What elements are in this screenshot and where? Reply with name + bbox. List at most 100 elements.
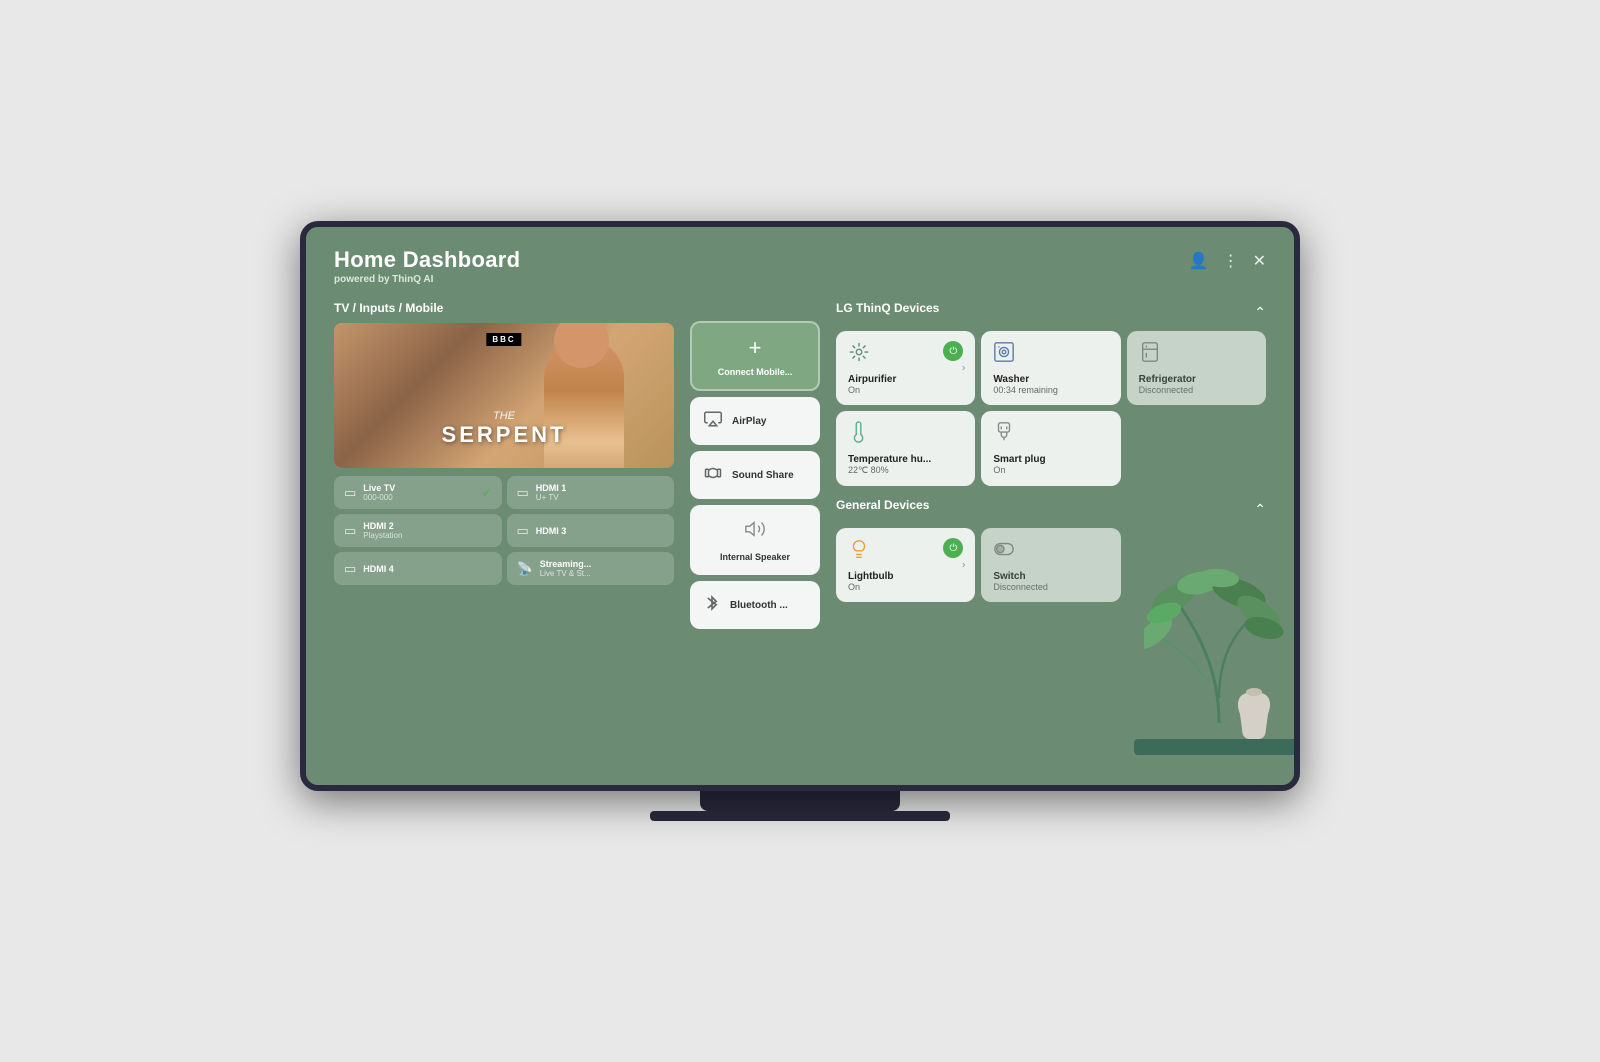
general-section-header: General Devices ⌃ <box>836 498 1266 520</box>
hdmi1-icon: ▭ <box>517 485 529 501</box>
header: Home Dashboard powered by ThinQ AI 👤 ⋮ ✕ <box>334 247 1266 285</box>
input-live-tv[interactable]: ▭ Live TV 000-000 ✓ <box>334 476 502 509</box>
show-title-the: THE <box>334 410 674 422</box>
tv-screen: Home Dashboard powered by ThinQ AI 👤 ⋮ ✕ <box>306 227 1294 785</box>
subtitle-prefix: powered by <box>334 274 390 285</box>
refrigerator-icon <box>1139 341 1161 368</box>
smart-plug-header <box>993 421 1108 448</box>
device-washer[interactable]: Washer 00:34 remaining <box>981 331 1120 405</box>
switch-status: Disconnected <box>993 582 1108 592</box>
internal-speaker-card[interactable]: Internal Speaker <box>690 505 820 575</box>
refrigerator-status: Disconnected <box>1139 385 1254 395</box>
hdmi1-name: HDMI 1 <box>536 483 567 493</box>
main-content: TV / Inputs / Mobile BBC <box>334 301 1266 765</box>
hdmi3-name: HDMI 3 <box>536 526 567 536</box>
show-title-main: SERPENT <box>334 422 674 448</box>
airpurifier-power[interactable]: ⏻ <box>943 341 963 361</box>
device-lightbulb[interactable]: ⏻ Lightbulb On › <box>836 528 975 602</box>
streaming-icon: 📡 <box>517 561 533 577</box>
thinq-collapse-icon[interactable]: ⌃ <box>1254 304 1266 321</box>
airpurifier-chevron: › <box>962 363 965 374</box>
input-hdmi4[interactable]: ▭ HDMI 4 <box>334 552 502 585</box>
user-icon[interactable]: 👤 <box>1189 251 1209 271</box>
refrigerator-header <box>1139 341 1254 368</box>
streaming-name: Streaming... <box>540 559 592 569</box>
switch-icon <box>993 538 1015 565</box>
streaming-sub: Live TV & St... <box>540 569 592 578</box>
show-overlay: THE SERPENT <box>334 323 674 468</box>
washer-header <box>993 341 1108 368</box>
hdmi1-sub: U+ TV <box>536 493 567 502</box>
airpurifier-status: On <box>848 385 963 395</box>
middle-panel: + Connect Mobile... AirPlay <box>690 301 820 765</box>
input-streaming[interactable]: 📡 Streaming... Live TV & St... <box>507 552 675 585</box>
show-title-overlay: THE SERPENT <box>334 410 674 468</box>
hdmi1-info: HDMI 1 U+ TV <box>536 483 567 502</box>
left-panel: TV / Inputs / Mobile BBC <box>334 301 674 765</box>
bluetooth-icon <box>704 593 720 618</box>
hdmi2-name: HDMI 2 <box>363 521 402 531</box>
close-icon[interactable]: ✕ <box>1253 251 1266 271</box>
connect-mobile-card[interactable]: + Connect Mobile... <box>690 321 820 391</box>
input-grid: ▭ Live TV 000-000 ✓ ▭ HDMI 1 <box>334 476 674 585</box>
lightbulb-icon <box>848 538 870 565</box>
temperature-icon <box>848 421 870 448</box>
airpurifier-icon <box>848 341 870 368</box>
device-switch[interactable]: Switch Disconnected <box>981 528 1120 602</box>
live-tv-sub: 000-000 <box>363 493 395 502</box>
subtitle-brand: ThinQ AI <box>392 274 433 285</box>
connect-plus-icon: + <box>749 335 762 361</box>
input-hdmi2[interactable]: ▭ HDMI 2 Playstation <box>334 514 502 547</box>
sound-share-icon <box>704 464 722 487</box>
general-section-title: General Devices <box>836 498 929 512</box>
temperature-header <box>848 421 963 448</box>
washer-name: Washer <box>993 374 1108 385</box>
page-title: Home Dashboard <box>334 247 520 273</box>
active-check-icon: ✓ <box>481 486 491 500</box>
switch-header <box>993 538 1108 565</box>
tv-section-title: TV / Inputs / Mobile <box>334 301 674 315</box>
internal-speaker-label: Internal Speaker <box>720 552 790 562</box>
lightbulb-header: ⏻ <box>848 538 963 565</box>
airplay-card[interactable]: AirPlay <box>690 397 820 445</box>
refrigerator-name: Refrigerator <box>1139 374 1254 385</box>
input-hdmi3[interactable]: ▭ HDMI 3 <box>507 514 675 547</box>
device-smart-plug[interactable]: Smart plug On <box>981 411 1120 486</box>
hdmi3-icon: ▭ <box>517 523 529 539</box>
bluetooth-label: Bluetooth ... <box>730 600 788 611</box>
thinq-section-header: LG ThinQ Devices ⌃ <box>836 301 1266 323</box>
lightbulb-power[interactable]: ⏻ <box>943 538 963 558</box>
hdmi2-info: HDMI 2 Playstation <box>363 521 402 540</box>
hdmi2-sub: Playstation <box>363 531 402 540</box>
hdmi4-info: HDMI 4 <box>363 564 394 574</box>
hdmi4-icon: ▭ <box>344 561 356 577</box>
temperature-status: 22℃ 80% <box>848 465 963 476</box>
hdmi3-info: HDMI 3 <box>536 526 567 536</box>
tv-preview[interactable]: BBC THE SERPENT <box>334 323 674 468</box>
dashboard: Home Dashboard powered by ThinQ AI 👤 ⋮ ✕ <box>306 227 1294 785</box>
washer-status: 00:34 remaining <box>993 385 1108 395</box>
tv-stand <box>700 791 900 811</box>
thinq-section-title: LG ThinQ Devices <box>836 301 939 315</box>
tv-body: Home Dashboard powered by ThinQ AI 👤 ⋮ ✕ <box>300 221 1300 791</box>
tv-base <box>650 811 950 821</box>
live-tv-name: Live TV <box>363 483 395 493</box>
device-airpurifier[interactable]: ⏻ Airpurifier On › <box>836 331 975 405</box>
sound-share-card[interactable]: Sound Share <box>690 451 820 499</box>
smart-plug-name: Smart plug <box>993 454 1108 465</box>
more-icon[interactable]: ⋮ <box>1223 251 1239 271</box>
general-collapse-icon[interactable]: ⌃ <box>1254 501 1266 518</box>
device-temperature[interactable]: Temperature hu... 22℃ 80% <box>836 411 975 486</box>
smart-plug-icon <box>993 421 1015 448</box>
tv-preview-image: BBC THE SERPENT <box>334 323 674 468</box>
hdmi2-icon: ▭ <box>344 523 356 539</box>
lightbulb-chevron: › <box>962 560 965 571</box>
connect-mobile-label: Connect Mobile... <box>718 367 793 377</box>
device-refrigerator[interactable]: Refrigerator Disconnected <box>1127 331 1266 405</box>
header-subtitle: powered by ThinQ AI <box>334 274 520 285</box>
input-hdmi1[interactable]: ▭ HDMI 1 U+ TV <box>507 476 675 509</box>
thinq-device-grid: ⏻ Airpurifier On › <box>836 331 1266 486</box>
live-tv-info: Live TV 000-000 <box>363 483 395 502</box>
speaker-icon <box>744 518 766 546</box>
bluetooth-card[interactable]: Bluetooth ... <box>690 581 820 629</box>
